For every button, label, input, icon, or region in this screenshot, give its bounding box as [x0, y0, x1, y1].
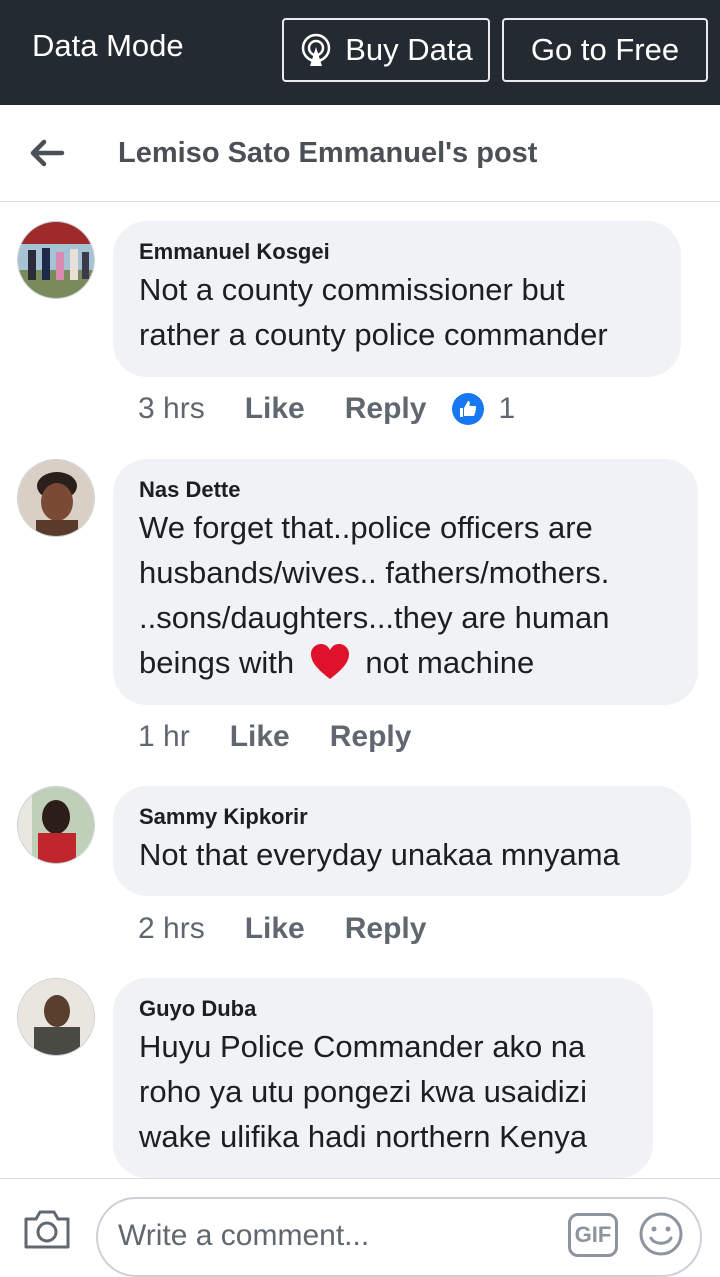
avatar[interactable]: [17, 786, 95, 864]
comment-text-line: roho ya utu pongezi kwa usaidizi: [139, 1074, 588, 1109]
comment-author[interactable]: Sammy Kipkorir: [139, 802, 665, 832]
avatar[interactable]: [17, 221, 95, 299]
comment-timestamp: 3 hrs: [138, 392, 205, 425]
comment-bubble: Guyo Duba Huyu Police Commander ako na r…: [113, 978, 653, 1178]
data-mode-label: Data Mode: [32, 28, 184, 63]
reaction-summary[interactable]: 1: [452, 392, 515, 426]
heart-icon: [310, 644, 349, 679]
comment-bubble: Nas Dette We forget that..police officer…: [113, 459, 698, 705]
comment-text-line: beings with not machine: [139, 640, 672, 685]
buy-data-button[interactable]: Buy Data: [282, 18, 490, 82]
go-to-free-button[interactable]: Go to Free: [502, 18, 708, 82]
smiley-icon[interactable]: [638, 1211, 684, 1257]
reply-button[interactable]: Reply: [330, 720, 412, 754]
comment-composer: Write a comment... GIF: [0, 1178, 720, 1277]
comment-text-fragment: beings with: [139, 645, 295, 680]
comment-text-fragment: not machine: [365, 645, 535, 680]
comment-text-line: ..sons/daughters...they are human: [139, 600, 610, 635]
comment-actions: 2 hrs Like Reply: [138, 912, 426, 946]
post-header: Lemiso Sato Emmanuel's post: [0, 105, 720, 202]
reply-button[interactable]: Reply: [345, 392, 427, 426]
comment-text-line: Not that everyday unakaa mnyama: [139, 837, 620, 872]
comment-bubble: Emmanuel Kosgei Not a county commissione…: [113, 221, 681, 377]
back-arrow-icon[interactable]: [26, 133, 66, 173]
comment-text-line: Not a county commissioner but: [139, 272, 565, 307]
like-button[interactable]: Like: [245, 392, 305, 426]
comment-text-line: rather a county police commander: [139, 317, 608, 352]
reaction-count: 1: [498, 392, 516, 425]
comment-timestamp: 1 hr: [138, 720, 190, 753]
comment-text-line: We forget that..police officers are: [139, 510, 593, 545]
comment-author[interactable]: Emmanuel Kosgei: [139, 237, 655, 267]
comment-text-line: husbands/wives.. fathers/mothers.: [139, 555, 610, 590]
comment-actions: 1 hr Like Reply: [138, 720, 411, 754]
comment-timestamp: 2 hrs: [138, 912, 205, 945]
data-mode-bar: Data Mode Buy Data Go to Free: [0, 0, 720, 105]
avatar[interactable]: [17, 459, 95, 537]
thumbs-up-icon: [452, 393, 485, 425]
reply-button[interactable]: Reply: [345, 912, 427, 946]
avatar[interactable]: [17, 978, 95, 1056]
broadcast-icon: [301, 33, 331, 66]
comment-placeholder: Write a comment...: [118, 1219, 370, 1252]
comment-actions: 3 hrs Like Reply 1: [138, 392, 515, 426]
comment-author[interactable]: Nas Dette: [139, 475, 672, 505]
page-title: Lemiso Sato Emmanuel's post: [118, 137, 538, 169]
go-to-free-label: Go to Free: [530, 32, 680, 67]
like-button[interactable]: Like: [230, 720, 290, 754]
comment-bubble: Sammy Kipkorir Not that everyday unakaa …: [113, 786, 691, 896]
comment-text-line: wake ulifika hadi northern Kenya: [139, 1119, 588, 1154]
like-button[interactable]: Like: [245, 912, 305, 946]
gif-button[interactable]: GIF: [568, 1213, 618, 1257]
comment-text-line: Huyu Police Commander ako na: [139, 1029, 586, 1064]
camera-icon[interactable]: [22, 1207, 72, 1251]
comment-author[interactable]: Guyo Duba: [139, 994, 627, 1024]
comment-input[interactable]: Write a comment... GIF: [96, 1197, 702, 1277]
buy-data-label: Buy Data: [345, 32, 473, 67]
